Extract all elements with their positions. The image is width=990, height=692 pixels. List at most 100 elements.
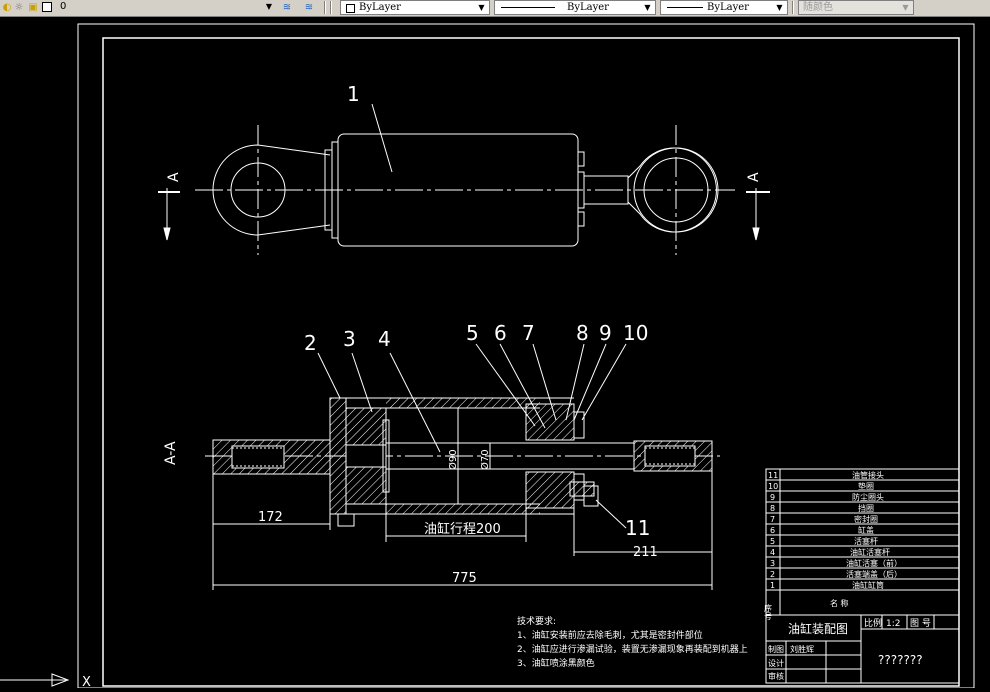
rear-end-cap xyxy=(329,397,347,515)
balloon-leader xyxy=(595,499,627,529)
balloon-leader xyxy=(351,352,373,413)
bom-name: 垫圈 xyxy=(858,481,874,491)
chevron-down-icon: ▼ xyxy=(776,3,783,12)
mount-bolt xyxy=(337,513,355,527)
top-view: 1 A A xyxy=(158,82,770,255)
balloon-9: 9 xyxy=(599,321,612,345)
balloon-10: 10 xyxy=(623,321,648,345)
view-label-left: A xyxy=(166,172,182,182)
title-block: 油缸装配图 比例 1:2 图 号 制图 刘胜辉 设计 审核 ??????? xyxy=(765,614,960,684)
bom-no: 10 xyxy=(768,482,778,491)
balloon-leader xyxy=(371,103,393,173)
drawing-border-inner xyxy=(102,37,960,687)
rod-diameter: Ø70 xyxy=(479,449,491,470)
balloon-4: 4 xyxy=(378,327,391,351)
drawing-canvas[interactable]: 1 A A A-A Ø90 Ø70 2 3 4 5 6 7 8 9 10 11 … xyxy=(0,17,990,690)
drawn-label: 制图 xyxy=(768,644,784,654)
bom-no: 7 xyxy=(770,515,775,524)
bom-header-no: 序号 xyxy=(764,603,773,621)
bom-no: 6 xyxy=(770,526,775,535)
scale-value: 1:2 xyxy=(886,619,900,629)
toolbar-separator xyxy=(792,1,794,14)
balloon-3: 3 xyxy=(343,327,356,351)
layer-freeze-icon[interactable]: ▣ xyxy=(26,1,40,14)
front-gland xyxy=(525,403,575,441)
linetype-dropdown-value: ByLayer xyxy=(567,2,609,13)
piston-bore xyxy=(345,444,387,468)
bom-no: 8 xyxy=(770,504,775,513)
balloon-leader xyxy=(475,343,536,427)
bom-no: 1 xyxy=(770,581,775,590)
dim-stroke: 油缸行程200 xyxy=(424,521,501,537)
layer-on-icon[interactable]: ☼ xyxy=(12,1,26,14)
properties-toolbar: ◐ ☼ ▣ 0 ▼ ≋ ≋ ByLayer ▼ ByLayer ▼ ByLaye… xyxy=(0,0,990,17)
bom-no: 4 xyxy=(770,548,775,557)
front-gland-bottom xyxy=(525,471,575,509)
linetype-sample-icon xyxy=(501,7,555,8)
bom-no: 11 xyxy=(768,471,778,480)
dim-172: 172 xyxy=(258,510,283,525)
balloon-leader xyxy=(573,343,607,421)
linetype-dropdown[interactable]: ByLayer ▼ xyxy=(494,0,656,15)
bom-no: 9 xyxy=(770,493,775,502)
chevron-down-icon: ▼ xyxy=(265,2,272,11)
bom-name: 挡圈 xyxy=(858,503,874,513)
layer-dropdown-value: 0 xyxy=(60,1,67,12)
chevron-down-icon: ▼ xyxy=(644,3,651,12)
barrel-hatch-bottom xyxy=(386,504,540,514)
scale-label: 比例 xyxy=(864,617,882,629)
tech-note-3: 3、油缸喷涂黑颜色 xyxy=(517,657,595,669)
front-cap-top xyxy=(577,151,585,167)
bom-name: 油缸缸筒 xyxy=(852,580,884,590)
layer-dropdown[interactable]: 0 ▼ xyxy=(52,0,274,15)
balloon-2: 2 xyxy=(304,331,317,355)
view-arrow-right-head xyxy=(752,227,760,241)
drawn-name: 刘胜辉 xyxy=(790,644,814,654)
lineweight-dropdown-value: ByLayer xyxy=(707,2,749,13)
bom-name: 油缸活塞（前） xyxy=(846,558,902,568)
dim-211: 211 xyxy=(633,545,658,560)
drawing-border-outer xyxy=(77,23,975,689)
parts-list: 11 油管接头 10 垫圈 9 防尘圈头 8 挡圈 7 密封圈 6 缸盖 5 活… xyxy=(764,468,960,621)
sheet-label: 图 号 xyxy=(910,618,931,629)
balloon-11: 11 xyxy=(625,516,650,540)
chevron-down-icon: ▼ xyxy=(478,3,485,12)
plotstyle-dropdown: 随颜色 ▼ xyxy=(798,0,914,15)
balloon-leader xyxy=(565,343,585,421)
layer-previous-icon[interactable]: ≋ xyxy=(300,1,318,14)
bom-name: 活塞杆 xyxy=(854,536,878,546)
drawing-title: 油缸装配图 xyxy=(788,621,848,636)
color-swatch-icon xyxy=(346,4,355,13)
bom-header-name: 名 称 xyxy=(830,598,849,608)
technical-requirements: 技术要求: 1、油缸安装前应去除毛刺，尤其是密封件部位 2、油缸应进行渗漏试验，… xyxy=(517,615,748,669)
ucs-x-label: X xyxy=(82,675,91,688)
section-label: A-A xyxy=(163,441,179,465)
bom-name: 油管接头 xyxy=(852,470,884,480)
plotstyle-dropdown-value: 随颜色 xyxy=(803,2,833,13)
view-arrow-left-head xyxy=(163,227,171,241)
design-label: 设计 xyxy=(768,658,784,668)
tech-note-1: 1、油缸安装前应去除毛刺，尤其是密封件部位 xyxy=(517,629,703,641)
balloon-7: 7 xyxy=(522,321,535,345)
oil-port xyxy=(569,481,595,497)
bom-name: 密封圈 xyxy=(854,514,878,524)
balloon-5: 5 xyxy=(466,321,479,345)
check-label: 审核 xyxy=(768,671,784,681)
chevron-down-icon: ▼ xyxy=(902,3,909,12)
toolbar-separator xyxy=(330,1,332,14)
school-name: ??????? xyxy=(878,653,923,667)
tech-note-2: 2、油缸应进行渗漏试验，装置无渗漏现象再装配到机器上 xyxy=(517,643,748,655)
make-current-layer-icon[interactable]: ≋ xyxy=(278,1,296,14)
section-view: A-A Ø90 Ø70 2 3 4 5 6 7 8 9 10 11 172 油缸… xyxy=(163,321,720,590)
bom-no: 3 xyxy=(770,559,775,568)
color-dropdown-value: ByLayer xyxy=(359,2,401,13)
balloon-leader xyxy=(317,352,341,399)
lineweight-dropdown[interactable]: ByLayer ▼ xyxy=(660,0,788,15)
dim-775: 775 xyxy=(452,571,477,586)
bom-no: 2 xyxy=(770,570,775,579)
toolbar-separator xyxy=(324,1,326,14)
balloon-6: 6 xyxy=(494,321,507,345)
color-dropdown[interactable]: ByLayer ▼ xyxy=(340,0,490,15)
bore-diameter: Ø90 xyxy=(447,449,459,470)
front-cap-bottom xyxy=(577,211,585,227)
